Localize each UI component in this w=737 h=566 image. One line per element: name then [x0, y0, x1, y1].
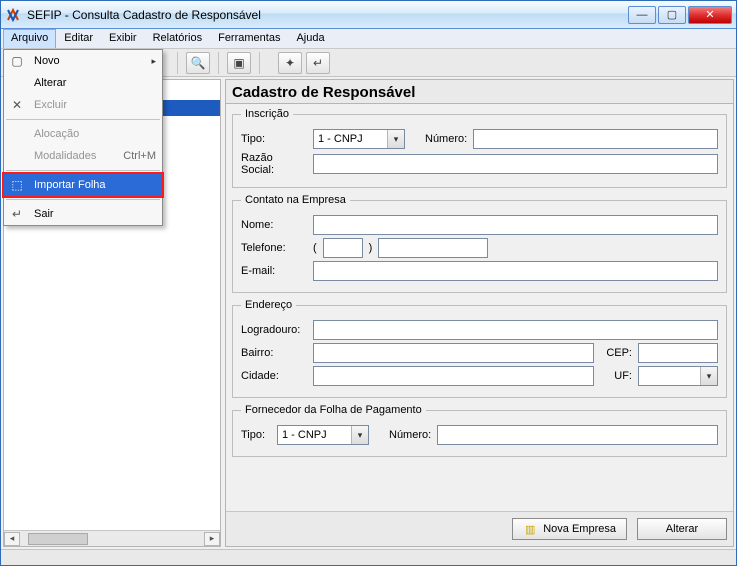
- menu-editar[interactable]: Editar: [56, 29, 101, 48]
- input-telefone-ddd[interactable]: [323, 238, 363, 258]
- menu-separator: [6, 170, 160, 171]
- menuitem-alterar[interactable]: Alterar: [4, 72, 162, 94]
- exit-icon: ↵: [8, 205, 26, 223]
- dropdown-arquivo: ▢ Novo ▸ Alterar ✕ Excluir Alocação Moda…: [3, 49, 163, 226]
- toolbar-sparkle-button[interactable]: ✦: [278, 52, 302, 74]
- menuitem-excluir: ✕ Excluir: [4, 94, 162, 116]
- fieldset-fornecedor: Fornecedor da Folha de Pagamento Tipo: 1…: [232, 404, 727, 457]
- menu-separator: [6, 199, 160, 200]
- exit-toolbar-icon: ↵: [313, 56, 323, 70]
- form-body: Inscrição Tipo: 1 - CNPJ ▾ Número: Razão…: [226, 104, 733, 511]
- nova-empresa-button[interactable]: ▥ Nova Empresa: [512, 518, 627, 540]
- toolbar-exit-button[interactable]: ↵: [306, 52, 330, 74]
- submenu-arrow-icon: ▸: [151, 56, 156, 67]
- sparkle-icon: ✦: [285, 56, 295, 70]
- window-title: SEFIP - Consulta Cadastro de Responsável: [27, 8, 628, 22]
- legend-inscricao: Inscrição: [241, 108, 293, 120]
- menu-exibir[interactable]: Exibir: [101, 29, 145, 48]
- fieldset-contato: Contato na Empresa Nome: Telefone: ( ) E…: [232, 194, 727, 293]
- label-email: E-mail:: [241, 265, 307, 277]
- menu-arquivo[interactable]: Arquivo: [3, 29, 56, 48]
- menuitem-sair[interactable]: ↵ Sair: [4, 203, 162, 225]
- menu-ferramentas[interactable]: Ferramentas: [210, 29, 288, 48]
- delete-icon: ✕: [8, 96, 26, 114]
- label-numero: Número:: [425, 133, 467, 145]
- input-razao-social[interactable]: [313, 154, 718, 174]
- combo-tipo-inscricao[interactable]: 1 - CNPJ ▾: [313, 129, 405, 149]
- input-numero-inscricao[interactable]: [473, 129, 718, 149]
- scroll-right-button[interactable]: ▸: [204, 532, 220, 546]
- titlebar: SEFIP - Consulta Cadastro de Responsável…: [1, 1, 736, 29]
- form-title: Cadastro de Responsável: [226, 80, 733, 104]
- new-icon: ▢: [8, 52, 26, 70]
- label-bairro: Bairro:: [241, 347, 307, 359]
- legend-contato: Contato na Empresa: [241, 194, 350, 206]
- maximize-button[interactable]: ▢: [658, 6, 686, 24]
- toolbar-cube-button[interactable]: ▣: [227, 52, 251, 74]
- menubar: Arquivo Editar Exibir Relatórios Ferrame…: [1, 29, 736, 49]
- label-tipo-fornecedor: Tipo:: [241, 429, 271, 441]
- app-icon: [5, 7, 21, 23]
- input-nome[interactable]: [313, 215, 718, 235]
- minimize-button[interactable]: —: [628, 6, 656, 24]
- toolbar-separator: [177, 52, 178, 74]
- combo-uf[interactable]: ▾: [638, 366, 718, 386]
- input-logradouro[interactable]: [313, 320, 718, 340]
- label-numero-fornecedor: Número:: [389, 429, 431, 441]
- input-cidade[interactable]: [313, 366, 594, 386]
- label-nome: Nome:: [241, 219, 307, 231]
- input-cep[interactable]: [638, 343, 718, 363]
- input-numero-fornecedor[interactable]: [437, 425, 718, 445]
- toolbar-binoculars-button[interactable]: 🔍: [186, 52, 210, 74]
- label-cidade: Cidade:: [241, 370, 307, 382]
- scroll-left-button[interactable]: ◂: [4, 532, 20, 546]
- app-window: SEFIP - Consulta Cadastro de Responsável…: [0, 0, 737, 566]
- menuitem-alocacao: Alocação: [4, 123, 162, 145]
- close-button[interactable]: ✕: [688, 6, 732, 24]
- menuitem-novo[interactable]: ▢ Novo ▸: [4, 50, 162, 72]
- statusbar: [1, 549, 736, 565]
- legend-endereco: Endereço: [241, 299, 296, 311]
- toolbar-separator: [259, 52, 260, 74]
- label-tipo: Tipo:: [241, 133, 307, 145]
- chevron-down-icon: ▾: [387, 130, 404, 148]
- label-razao-social: Razão Social:: [241, 152, 307, 176]
- window-controls: — ▢ ✕: [628, 6, 732, 24]
- input-bairro[interactable]: [313, 343, 594, 363]
- scroll-thumb[interactable]: [28, 533, 88, 545]
- label-telefone: Telefone:: [241, 242, 307, 254]
- menu-separator: [6, 119, 160, 120]
- scroll-track[interactable]: [20, 532, 204, 546]
- chevron-down-icon: ▾: [351, 426, 368, 444]
- chevron-down-icon: ▾: [700, 367, 717, 385]
- building-icon: ▥: [523, 522, 537, 536]
- cube-icon: ▣: [233, 56, 244, 70]
- toolbar-separator: [218, 52, 219, 74]
- fieldset-endereco: Endereço Logradouro: Bairro: CEP: Cidade…: [232, 299, 727, 398]
- right-panel: Cadastro de Responsável Inscrição Tipo: …: [225, 79, 734, 547]
- fieldset-inscricao: Inscrição Tipo: 1 - CNPJ ▾ Número: Razão…: [232, 108, 727, 188]
- import-icon: ⬚: [8, 176, 26, 194]
- label-uf: UF:: [600, 370, 632, 382]
- input-email[interactable]: [313, 261, 718, 281]
- legend-fornecedor: Fornecedor da Folha de Pagamento: [241, 404, 426, 416]
- alterar-button[interactable]: Alterar: [637, 518, 727, 540]
- combo-tipo-fornecedor[interactable]: 1 - CNPJ ▾: [277, 425, 369, 445]
- label-logradouro: Logradouro:: [241, 324, 307, 336]
- label-cep: CEP:: [600, 347, 632, 359]
- menu-ajuda[interactable]: Ajuda: [288, 29, 332, 48]
- menuitem-importar-folha[interactable]: ⬚ Importar Folha: [4, 174, 162, 196]
- input-telefone-numero[interactable]: [378, 238, 488, 258]
- horizontal-scrollbar[interactable]: ◂ ▸: [4, 530, 220, 546]
- footer-buttons: ▥ Nova Empresa Alterar: [226, 511, 733, 546]
- menu-relatorios[interactable]: Relatórios: [145, 29, 211, 48]
- binoculars-icon: 🔍: [191, 56, 206, 70]
- menuitem-modalidades: Modalidades Ctrl+M: [4, 145, 162, 167]
